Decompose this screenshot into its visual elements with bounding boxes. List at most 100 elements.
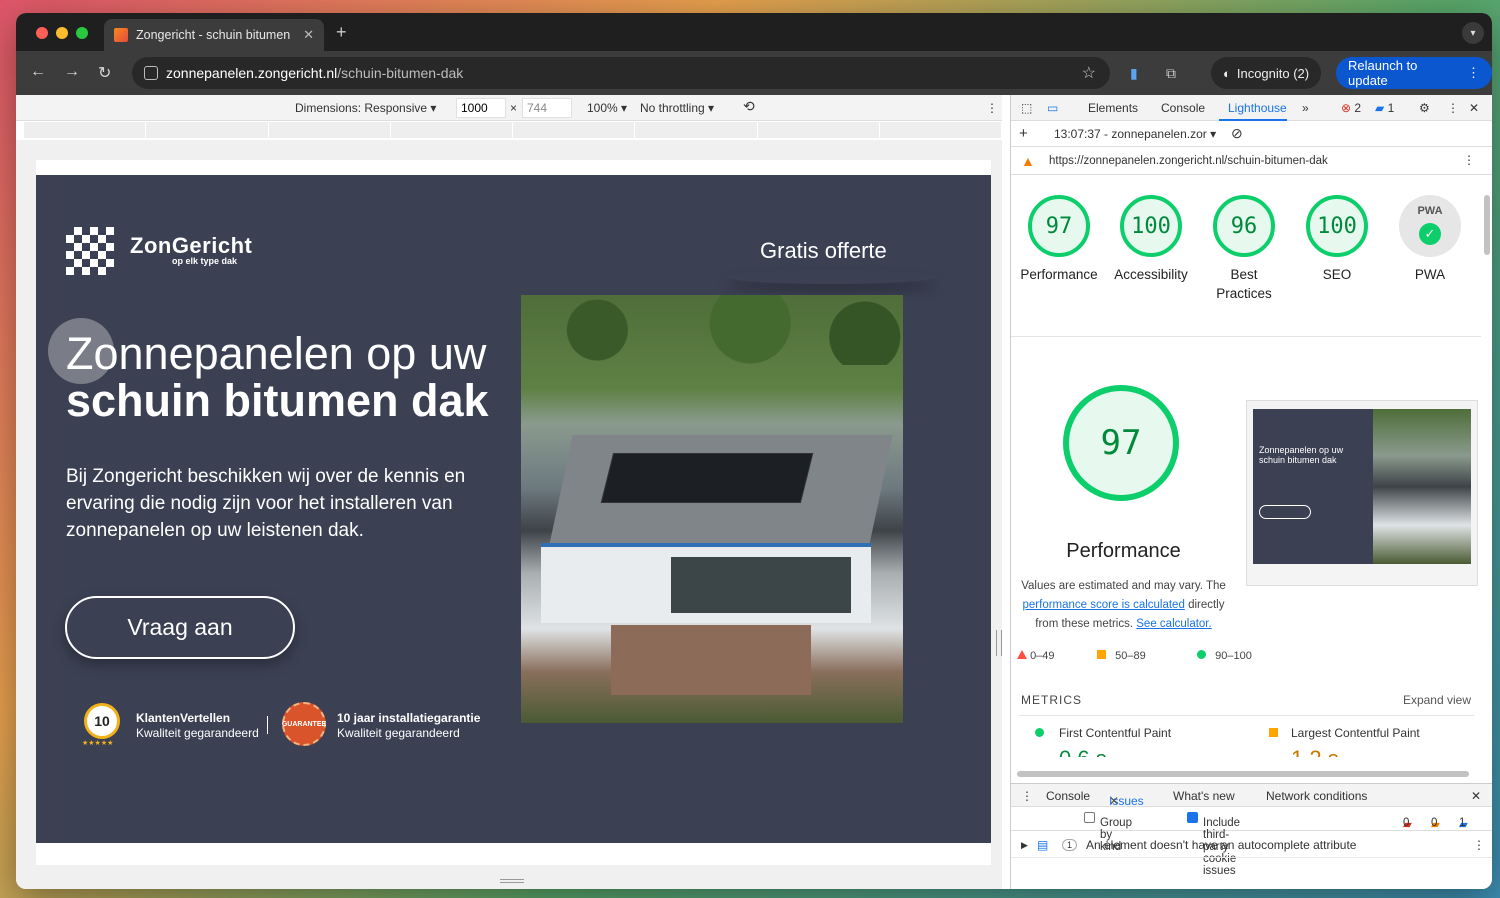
tab-elements[interactable]: Elements [1088,101,1138,115]
bookmark-star-icon[interactable]: ☆ [1082,63,1096,83]
gauge-seo-label: SEO [1322,267,1352,282]
browser-window: Zongericht - schuin bitumen ✕ + ▾ ← → ↻ … [16,13,1492,889]
tab-lighthouse[interactable]: Lighthouse [1228,101,1287,115]
device-more-icon[interactable]: ⋮ [986,101,998,115]
extension-icon[interactable]: ▮ [1130,65,1138,82]
relaunch-button[interactable]: Relaunch to update ⋮ [1336,57,1492,89]
report-horizontal-scrollbar[interactable] [1017,771,1469,777]
lighthouse-toolbar: + 13:07:37 - zonnepanelen.zor ▾ ⊘ [1011,121,1492,147]
trust1-sub: Kwaliteit gegarandeerd [136,726,259,740]
performance-title: Performance [1066,540,1181,562]
tab-search-button[interactable]: ▾ [1462,22,1484,44]
close-issues-tab-icon[interactable]: ✕ [1109,794,1119,808]
solar-panels-image [600,453,814,503]
gauge-best-practices-label: Best Practices [1216,267,1272,301]
report-vertical-scrollbar[interactable] [1484,195,1490,255]
performance-description: Values are estimated and may vary. The p… [1011,577,1236,634]
new-tab-button[interactable]: + [336,22,347,43]
reload-button[interactable]: ↻ [98,63,111,83]
more-tabs-icon[interactable]: » [1302,101,1309,115]
trust1-title: KlantenVertellen [136,711,231,725]
checkbox-unchecked-icon [1084,812,1095,823]
close-devtools-icon[interactable]: ✕ [1469,101,1479,115]
logo-icon[interactable] [66,227,114,275]
report-menu-icon[interactable]: ⋮ [1463,153,1475,167]
bottom-resize-handle[interactable] [500,879,524,883]
error-count: 2 [1354,101,1362,115]
issue-row[interactable]: ▶ ▤ 1 An element doesn't have an autocom… [1011,832,1492,858]
forward-button[interactable]: → [64,63,80,81]
throttling-dropdown[interactable]: No throttling ▾ [640,101,714,115]
errors-counter[interactable]: ⊗ 2 [1341,101,1361,115]
headline-line-1: Zonnepanelen op uw [66,328,487,379]
zoom-window-button[interactable] [76,27,88,39]
favicon-icon [114,28,128,42]
inspect-icon[interactable]: ⬚ [1021,101,1032,115]
gauge-pwa[interactable]: PWA ✓ PWA [1384,195,1476,284]
browser-tab[interactable]: Zongericht - schuin bitumen ✕ [104,19,324,51]
new-report-icon[interactable]: + [1019,125,1028,142]
gauge-seo-score: 100 [1306,195,1368,257]
incognito-icon: ◐ [1223,65,1231,81]
gauge-performance[interactable]: 97 Performance [1013,195,1105,284]
drawer-tab-whats-new[interactable]: What's new [1173,789,1235,803]
report-selector[interactable]: 13:07:37 - zonnepanelen.zor ▾ [1054,127,1216,141]
issue-info-icon: ▤ [1037,838,1049,852]
viewport-resize-handle[interactable] [996,630,1002,656]
gauge-accessibility-score: 100 [1120,195,1182,257]
hero-section: ZonGericht op elk type dak Gratis offert… [36,175,991,843]
device-mode-icon[interactable]: ▭ [1047,101,1058,115]
gauge-pwa-label: PWA [1414,267,1446,282]
page-viewport: ZonGericht op elk type dak Gratis offert… [16,140,1002,889]
expand-view-toggle[interactable]: Expand view [1403,693,1471,707]
minimize-window-button[interactable] [56,27,68,39]
performance-score-link[interactable]: performance score is calculated [1023,599,1185,611]
address-bar[interactable]: zonnepanelen.zongericht.nl/schuin-bitume… [132,57,1110,89]
check-icon: ✓ [1419,223,1441,245]
kebab-menu-icon[interactable]: ⋮ [1467,65,1480,81]
tab-console[interactable]: Console [1161,101,1205,115]
messages-counter[interactable]: ▰ 1 [1375,101,1394,115]
page-screenshot-thumbnail[interactable]: Zonnepanelen op uw schuin bitumen dak [1246,400,1478,586]
gauge-best-practices[interactable]: 96 Best Practices [1198,195,1290,303]
close-window-button[interactable] [36,27,48,39]
dimensions-dropdown[interactable]: Dimensions: Responsive ▾ [295,101,436,115]
drawer-tab-console[interactable]: Console [1046,789,1090,803]
vraag-aan-button[interactable]: Vraag aan [65,596,295,659]
devtools-tab-bar: ⬚ ▭ Elements Console Lighthouse » ⊗ 2 ▰ … [1011,95,1492,121]
close-drawer-icon[interactable]: ✕ [1471,789,1481,803]
incognito-button[interactable]: ◐ Incognito (2) [1211,57,1322,89]
expand-triangle-icon[interactable]: ▶ [1021,840,1028,851]
report-url[interactable]: https://zonnepanelen.zongericht.nl/schui… [1049,155,1328,167]
issue-errors-count: 0 [1403,817,1410,829]
drawer-menu-icon[interactable]: ⋮ [1021,789,1033,803]
back-button[interactable]: ← [30,63,46,81]
devtools-menu-icon[interactable]: ⋮ [1447,101,1459,115]
width-input[interactable] [456,98,506,118]
gratis-offerte-button[interactable]: Gratis offerte [760,238,887,264]
clear-reports-icon[interactable]: ⊘ [1231,125,1243,142]
settings-gear-icon[interactable]: ⚙ [1419,101,1430,115]
trust-klantenvertellen: KlantenVertellen Kwaliteit gegarandeerd [136,711,259,741]
gauge-seo[interactable]: 100 SEO [1291,195,1383,284]
tab-title: Zongericht - schuin bitumen [136,28,291,42]
logo-tagline: op elk type dak [172,256,238,266]
gauge-accessibility[interactable]: 100 Accessibility [1105,195,1197,284]
hero-headline: Zonnepanelen op uw schuin bitumen dak [66,330,516,424]
see-calculator-link[interactable]: See calculator. [1136,618,1211,630]
group-by-kind-checkbox[interactable]: Group by kind [1084,812,1132,853]
zoom-dropdown[interactable]: 100% ▾ [587,101,627,115]
puzzle-extensions-icon[interactable]: ⧉ [1166,65,1176,82]
drawer-tab-network-conditions[interactable]: Network conditions [1266,789,1367,803]
height-input[interactable] [522,98,572,118]
checkbox-checked-icon [1187,812,1198,823]
media-query-bar[interactable] [24,122,1002,138]
close-tab-icon[interactable]: ✕ [303,27,314,43]
metric-fcp-value: 0.6 s [1059,746,1107,757]
device-toolbar: Dimensions: Responsive ▾ × 100% ▾ No thr… [16,95,1002,121]
third-party-checkbox[interactable]: Include third-party cookie issues [1187,812,1240,877]
issue-menu-icon[interactable]: ⋮ [1473,838,1485,852]
site-info-icon[interactable] [144,66,158,80]
rotate-icon[interactable]: ⟲ [743,98,755,115]
legend-avg-label: 50–89 [1115,650,1146,662]
